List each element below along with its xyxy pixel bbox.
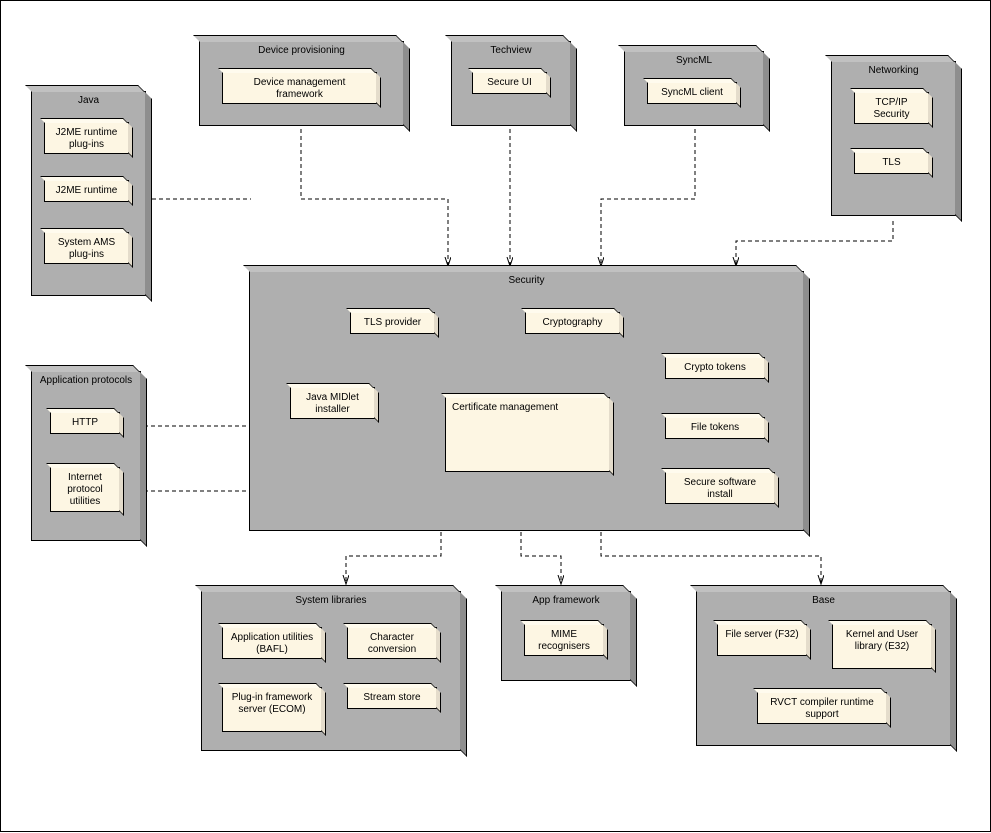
component-secure-software-install: Secure software install (665, 472, 775, 504)
package-title: Application protocols (32, 375, 140, 386)
package-title: System libraries (202, 595, 460, 606)
diagram-canvas: Java J2ME runtime plug-ins J2ME runtime … (0, 0, 991, 832)
package-title: SyncML (625, 55, 763, 66)
component-bafl: Application utilities (BAFL) (222, 627, 322, 659)
component-ipu: Internet protocol utilities (50, 467, 120, 512)
component-certificate-management: Certificate management (445, 397, 610, 472)
package-app-protocols: Application protocols HTTP Internet prot… (31, 371, 141, 541)
package-java: Java J2ME runtime plug-ins J2ME runtime … (31, 91, 146, 296)
package-title: Techview (452, 45, 570, 56)
package-app-framework: App framework MIME recognisers (501, 591, 631, 681)
package-system-libraries: System libraries Application utilities (… (201, 591, 461, 751)
package-base: Base File server (F32) Kernel and User l… (696, 591, 951, 746)
component-sys-ams: System AMS plug-ins (44, 232, 129, 264)
package-device-provisioning: Device provisioning Device management fr… (199, 41, 404, 126)
component-stream-store: Stream store (347, 687, 437, 709)
component-mime: MIME recognisers (524, 624, 604, 656)
component-j2me-runtime: J2ME runtime (44, 180, 129, 202)
package-title: Security (250, 275, 803, 286)
package-security: Security TLS provider Cryptography Java … (249, 271, 804, 531)
component-crypto-tokens: Crypto tokens (665, 357, 765, 379)
component-f32: File server (F32) (717, 624, 807, 656)
package-title: Networking (832, 65, 955, 76)
package-title: Base (697, 595, 950, 606)
component-dmf: Device management framework (222, 72, 377, 104)
component-syncml-client: SyncML client (647, 82, 737, 104)
component-http: HTTP (50, 412, 120, 434)
component-j2me-plugins: J2ME runtime plug-ins (44, 122, 129, 154)
component-tcpip-security: TCP/IP Security (854, 92, 929, 124)
component-rvct: RVCT compiler runtime support (757, 692, 887, 724)
component-ecom: Plug-in framework server (ECOM) (222, 687, 322, 732)
component-java-midlet: Java MIDlet installer (290, 387, 375, 419)
package-title: Device provisioning (200, 45, 403, 56)
component-e32: Kernel and User library (E32) (832, 624, 932, 669)
package-techview: Techview Secure UI (451, 41, 571, 126)
component-cryptography: Cryptography (525, 312, 620, 334)
package-networking: Networking TCP/IP Security TLS (831, 61, 956, 216)
package-title: Java (32, 95, 145, 106)
package-title: App framework (502, 595, 630, 606)
component-tls: TLS (854, 152, 929, 174)
component-secure-ui: Secure UI (472, 72, 547, 94)
component-tls-provider: TLS provider (350, 312, 435, 334)
package-syncml: SyncML SyncML client (624, 51, 764, 126)
component-char-conversion: Character conversion (347, 627, 437, 659)
component-file-tokens: File tokens (665, 417, 765, 439)
